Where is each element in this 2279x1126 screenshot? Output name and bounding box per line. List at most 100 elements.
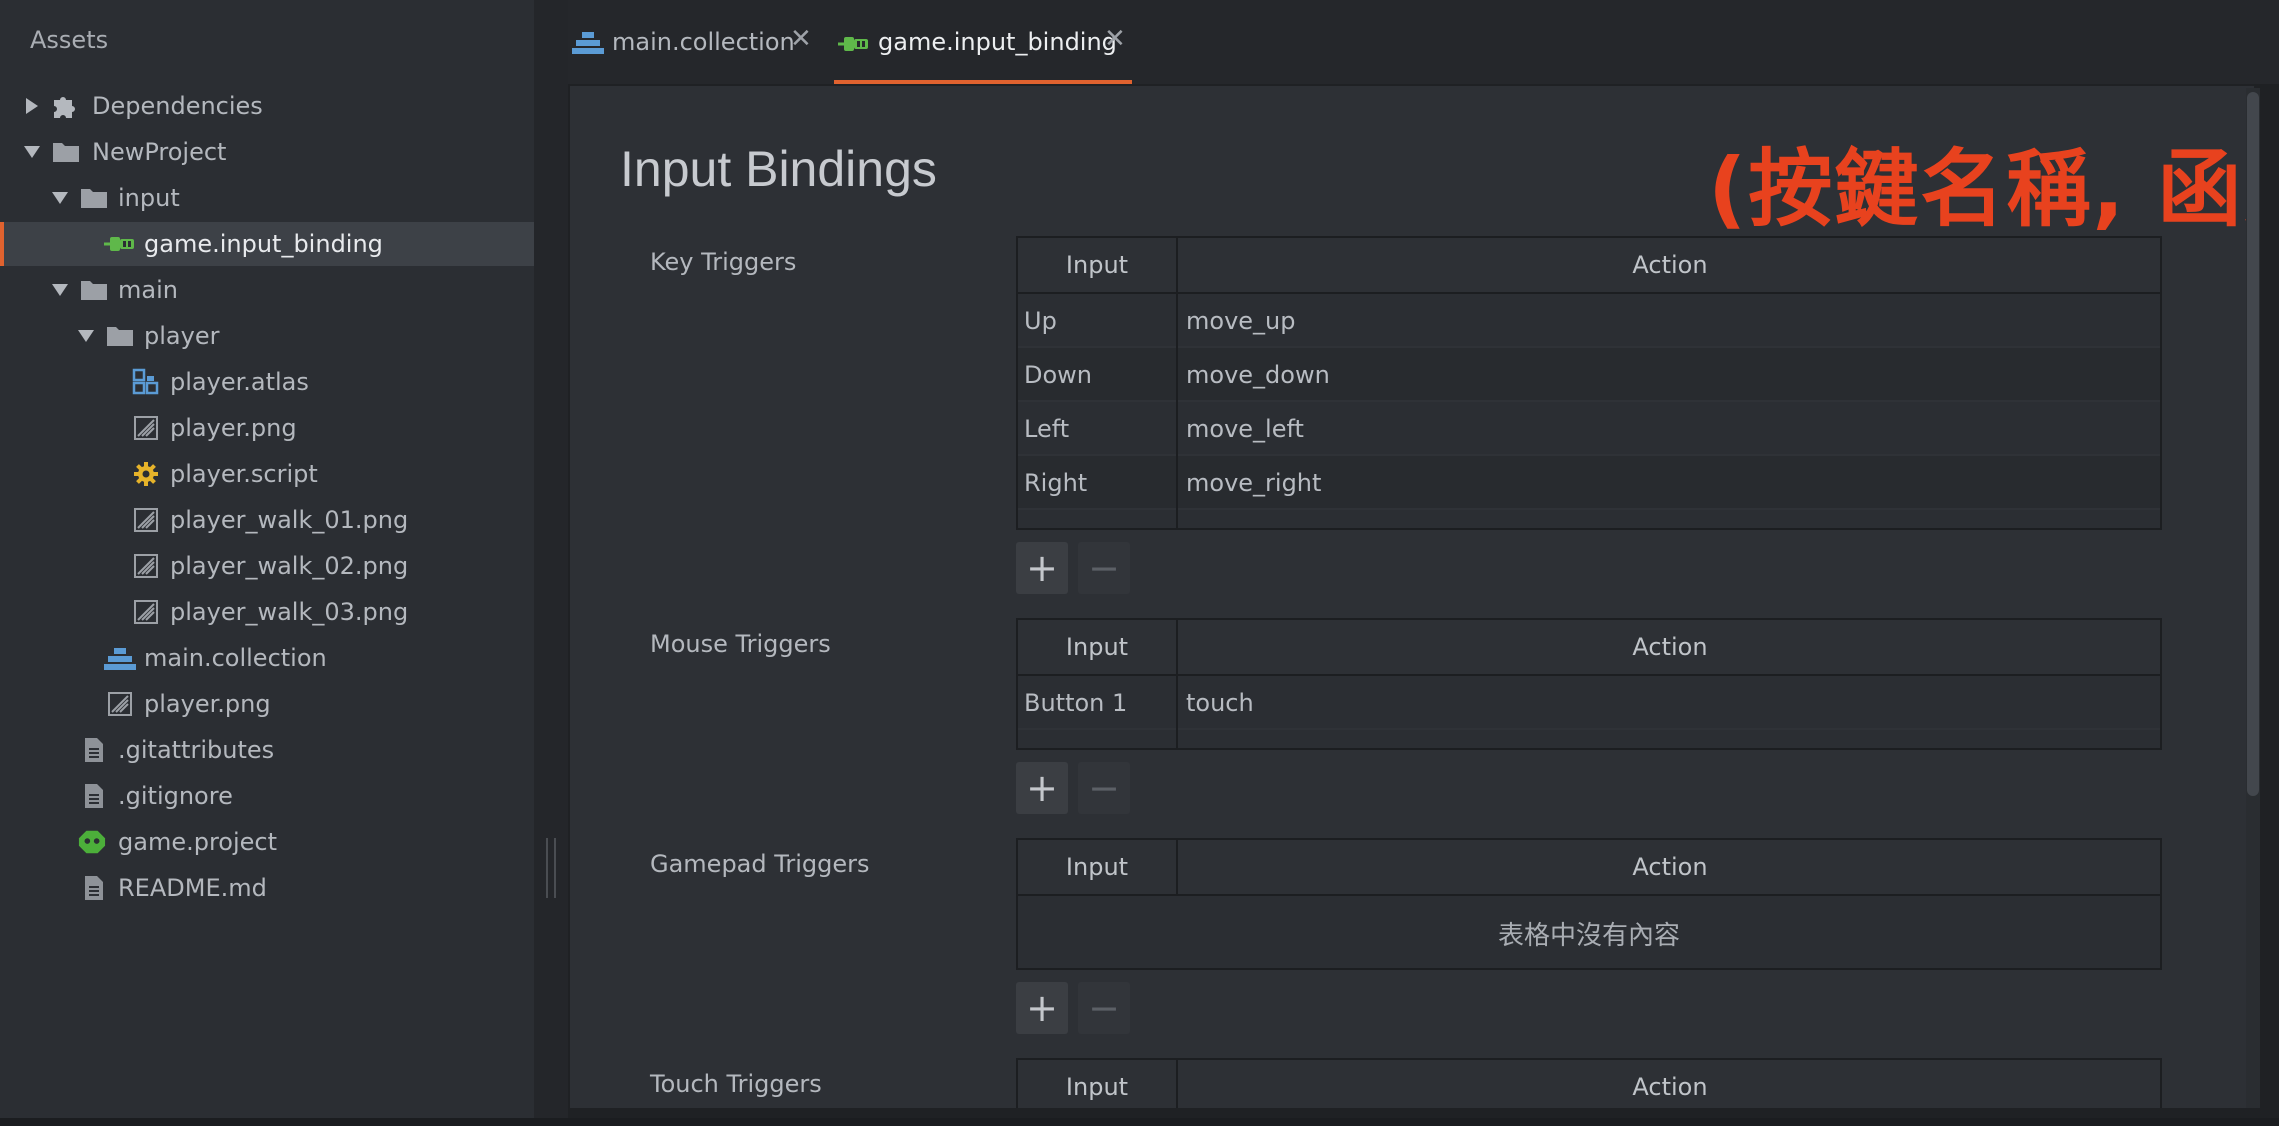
column-header-action[interactable]: Action	[1180, 840, 2160, 894]
column-header-input[interactable]: Input	[1018, 1060, 1178, 1108]
input-binding-icon	[838, 30, 870, 58]
table-header: Input Action	[1018, 1060, 2160, 1108]
column-header-input[interactable]: Input	[1018, 238, 1178, 292]
collapse-arrow-icon[interactable]	[52, 284, 68, 296]
column-header-input[interactable]: Input	[1018, 620, 1178, 674]
collection-icon	[572, 28, 604, 56]
tab-main-collection[interactable]: main.collection ✕	[572, 0, 822, 84]
gamepad-triggers-label: Gamepad Triggers	[650, 850, 870, 878]
collapse-arrow-icon[interactable]	[52, 192, 68, 204]
cell-action[interactable]: move_left	[1180, 402, 2160, 456]
tree-item-label: input	[118, 184, 180, 212]
tree-item-player-atlas[interactable]: player.atlas	[0, 360, 534, 404]
cell-input[interactable]: Right	[1018, 456, 1178, 510]
close-icon[interactable]: ✕	[790, 24, 812, 54]
tree-item-label: player.png	[144, 690, 271, 718]
tree-item-main-folder[interactable]: main	[0, 268, 534, 312]
tree-item-player-walk-03[interactable]: player_walk_03.png	[0, 590, 534, 634]
tree-item-label: player.atlas	[170, 368, 309, 396]
cell-input[interactable]: Button 1	[1018, 676, 1178, 730]
cell-action[interactable]: touch	[1180, 676, 2160, 730]
annotation-overlay: (按鍵名稱, 函數名稱)	[1708, 140, 2254, 238]
remove-key-trigger-button[interactable]: −	[1078, 542, 1130, 594]
table-row[interactable]: Right move_right	[1018, 456, 2160, 510]
tree-item-main-player-png[interactable]: player.png	[0, 682, 534, 726]
image-icon	[132, 598, 160, 626]
cell-action[interactable]: move_right	[1180, 456, 2160, 510]
mouse-triggers-label: Mouse Triggers	[650, 630, 831, 658]
tree-item-label: game.input_binding	[144, 230, 383, 258]
tab-bar	[568, 0, 2279, 84]
expand-arrow-icon[interactable]	[26, 98, 38, 114]
project-icon	[78, 828, 106, 856]
file-icon	[80, 736, 108, 764]
cell-action[interactable]: move_down	[1180, 348, 2160, 402]
collection-icon	[104, 644, 136, 672]
panel-splitter[interactable]	[534, 0, 568, 1118]
image-icon	[106, 690, 134, 718]
gamepad-triggers-table: Input Action 表格中沒有內容	[1016, 838, 2162, 970]
add-key-trigger-button[interactable]: +	[1016, 542, 1068, 594]
tree-item-game-input-binding[interactable]: game.input_binding	[0, 222, 534, 266]
tree-item-label: player_walk_01.png	[170, 506, 409, 534]
collapse-arrow-icon[interactable]	[24, 146, 40, 158]
tree-item-label: NewProject	[92, 138, 227, 166]
tree-item-input-folder[interactable]: input	[0, 176, 534, 220]
splitter-grip-icon[interactable]	[546, 838, 556, 898]
bottom-status-strip	[0, 1118, 2279, 1126]
tree-item-player-script[interactable]: player.script	[0, 452, 534, 496]
tree-item-newproject[interactable]: NewProject	[0, 130, 534, 174]
table-row-empty	[1018, 510, 2160, 530]
tree-item-player-folder[interactable]: player	[0, 314, 534, 358]
tree-item-label: player_walk_02.png	[170, 552, 409, 580]
column-header-input[interactable]: Input	[1018, 840, 1178, 894]
folder-icon	[80, 184, 108, 212]
column-header-action[interactable]: Action	[1180, 238, 2160, 292]
cell-input[interactable]: Up	[1018, 294, 1178, 348]
tree-item-player-walk-01[interactable]: player_walk_01.png	[0, 498, 534, 542]
tree-item-game-project[interactable]: game.project	[0, 820, 534, 864]
empty-table-message: 表格中沒有內容	[1497, 920, 1680, 951]
cell-input[interactable]: Left	[1018, 402, 1178, 456]
cell-input-empty	[1018, 510, 1178, 530]
add-mouse-trigger-button[interactable]: +	[1016, 762, 1068, 814]
input-bindings-editor: Input Bindings (按鍵名稱, 函數名稱) Key Triggers…	[570, 86, 2254, 1108]
table-header: Input Action	[1018, 238, 2160, 294]
tree-item-player-png[interactable]: player.png	[0, 406, 534, 450]
file-icon	[80, 874, 108, 902]
tree-item-label: README.md	[118, 874, 267, 902]
table-row[interactable]: Left move_left	[1018, 402, 2160, 456]
key-triggers-table: Input Action Up move_up Down move_down L…	[1016, 236, 2162, 530]
add-gamepad-trigger-button[interactable]: +	[1016, 982, 1068, 1034]
table-row[interactable]: Up move_up	[1018, 294, 2160, 348]
folder-icon	[106, 322, 134, 350]
table-row[interactable]: Button 1 touch	[1018, 676, 2160, 730]
editor-scrollbar-thumb[interactable]	[2247, 92, 2259, 796]
tree-item-dependencies[interactable]: Dependencies	[0, 84, 534, 128]
touch-triggers-table: Input Action	[1016, 1058, 2162, 1108]
column-header-action[interactable]: Action	[1180, 1060, 2160, 1108]
table-row[interactable]: Down move_down	[1018, 348, 2160, 402]
collapse-arrow-icon[interactable]	[78, 330, 94, 342]
remove-gamepad-trigger-button[interactable]: −	[1078, 982, 1130, 1034]
input-binding-icon	[104, 230, 136, 258]
tab-game-input-binding[interactable]: game.input_binding ✕	[838, 0, 1138, 84]
cell-input[interactable]: Down	[1018, 348, 1178, 402]
assets-title: Assets	[30, 26, 109, 54]
tree-item-player-walk-02[interactable]: player_walk_02.png	[0, 544, 534, 588]
table-header: Input Action	[1018, 840, 2160, 896]
tree-item-gitignore[interactable]: .gitignore	[0, 774, 534, 818]
puzzle-icon	[50, 92, 78, 120]
cell-action[interactable]: move_up	[1180, 294, 2160, 348]
image-icon	[132, 414, 160, 442]
mouse-triggers-table: Input Action Button 1 touch	[1016, 618, 2162, 750]
tree-item-gitattributes[interactable]: .gitattributes	[0, 728, 534, 772]
close-icon[interactable]: ✕	[1104, 24, 1126, 54]
remove-mouse-trigger-button[interactable]: −	[1078, 762, 1130, 814]
column-header-action[interactable]: Action	[1180, 620, 2160, 674]
tree-item-readme[interactable]: README.md	[0, 866, 534, 910]
tab-label: main.collection	[612, 28, 795, 56]
tree-item-label: player	[144, 322, 220, 350]
key-triggers-label: Key Triggers	[650, 248, 797, 276]
tree-item-main-collection[interactable]: main.collection	[0, 636, 534, 680]
